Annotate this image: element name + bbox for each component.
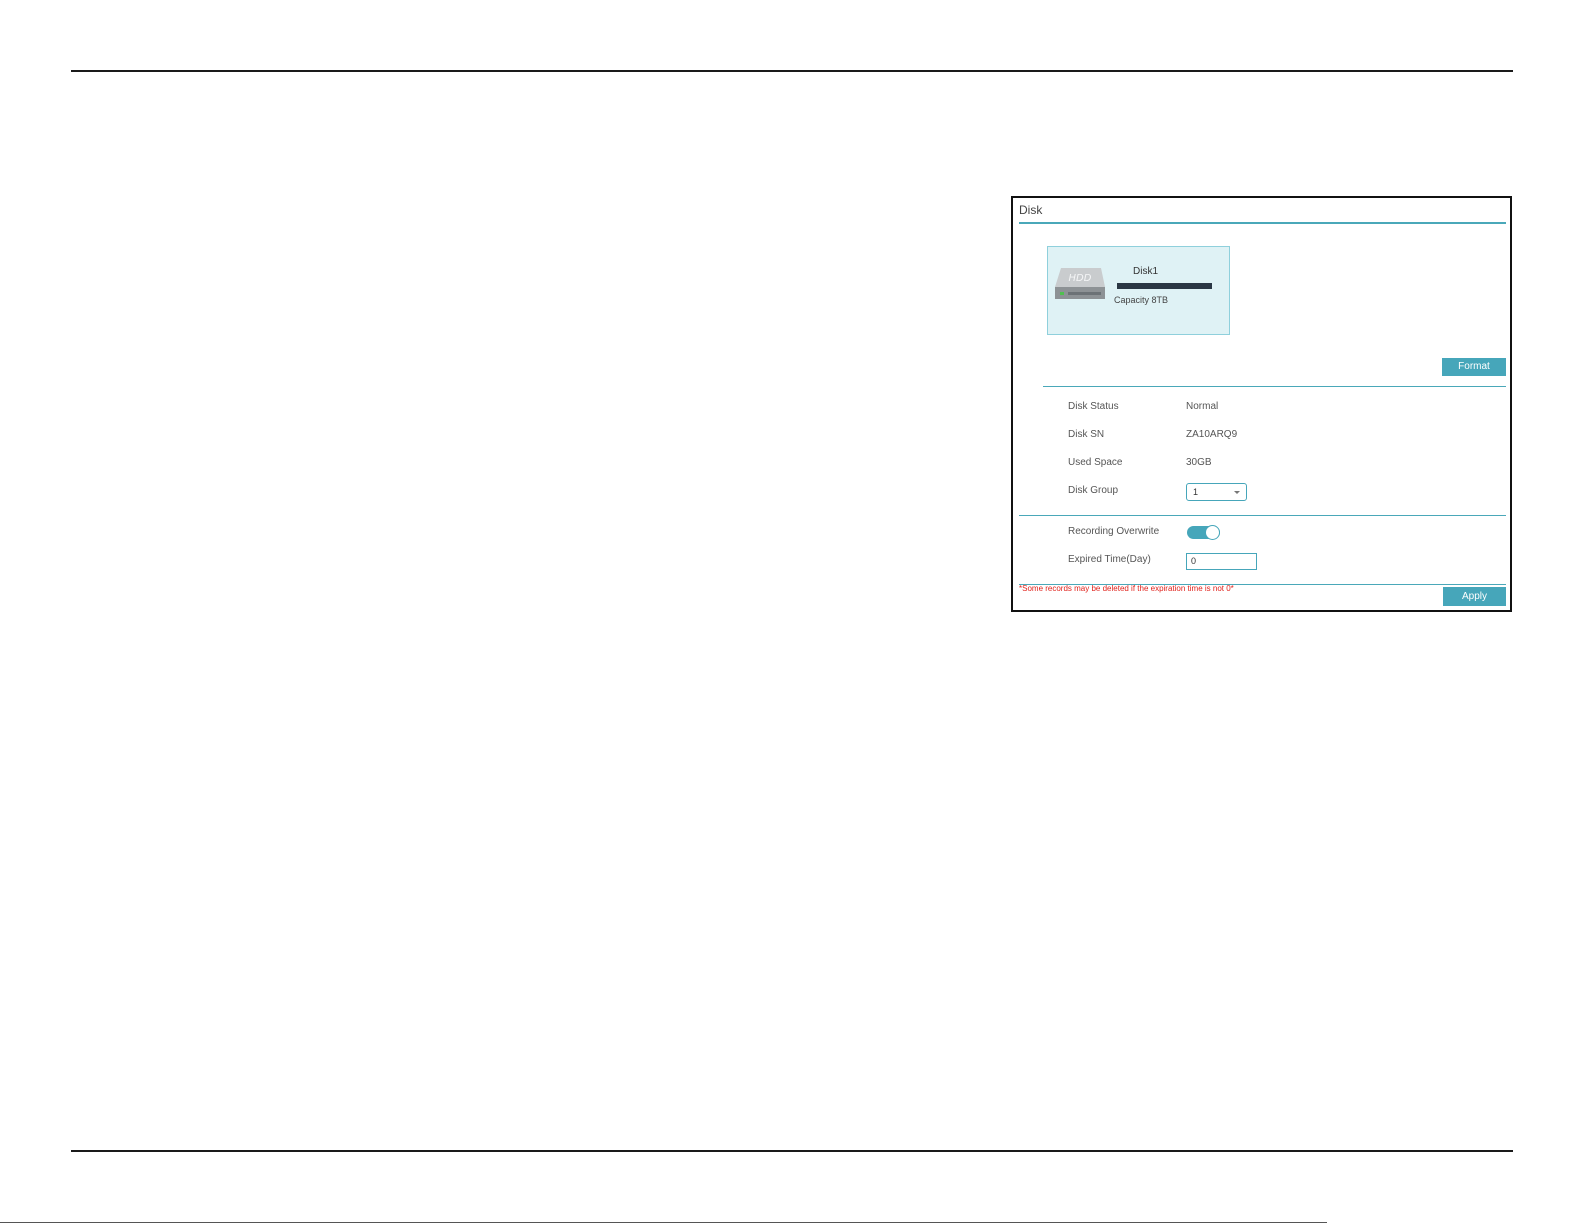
settings-divider xyxy=(1019,515,1506,516)
chevron-down-icon xyxy=(1234,491,1240,494)
recording-overwrite-label: Recording Overwrite xyxy=(1068,526,1160,537)
expiration-warning: *Some records may be deleted if the expi… xyxy=(1019,584,1234,593)
disk-sn-label: Disk SN xyxy=(1068,429,1105,440)
apply-button[interactable]: Apply xyxy=(1443,587,1506,606)
disk-status-value: Normal xyxy=(1186,401,1219,412)
page-footer-rule xyxy=(0,1222,1327,1223)
disk-sn-value: ZA10ARQ9 xyxy=(1186,429,1238,440)
disk-group-label: Disk Group xyxy=(1068,485,1119,496)
used-space-label: Used Space xyxy=(1068,457,1123,468)
disk-usage-bar-fill xyxy=(1117,283,1212,289)
disk-usage-bar xyxy=(1117,283,1212,289)
disk-status-label: Disk Status xyxy=(1068,401,1119,412)
used-space-value: 30GB xyxy=(1186,457,1212,468)
page-bottom-rule xyxy=(71,1150,1513,1152)
hdd-icon: HDD xyxy=(1055,268,1105,299)
expired-time-input[interactable]: 0 xyxy=(1186,553,1257,570)
page-top-rule xyxy=(71,70,1513,72)
expired-time-label: Expired Time(Day) xyxy=(1068,554,1151,565)
panel-title: Disk xyxy=(1019,203,1043,217)
disk-capacity: Capacity 8TB xyxy=(1114,295,1169,305)
disk-name: Disk1 xyxy=(1133,266,1159,277)
hdd-icon-label: HDD xyxy=(1069,273,1092,284)
disk-settings-screenshot: Disk HDD Disk1 Capacity 8TB Format Disk … xyxy=(1011,196,1512,612)
disk-group-select[interactable]: 1 xyxy=(1186,483,1247,501)
recording-overwrite-toggle[interactable] xyxy=(1187,525,1220,540)
toggle-knob xyxy=(1205,525,1220,540)
title-divider xyxy=(1019,222,1506,224)
disk-group-value: 1 xyxy=(1193,487,1199,497)
section-divider xyxy=(1043,386,1506,387)
disk-card[interactable]: HDD Disk1 Capacity 8TB xyxy=(1047,246,1230,335)
format-button[interactable]: Format xyxy=(1442,358,1506,376)
